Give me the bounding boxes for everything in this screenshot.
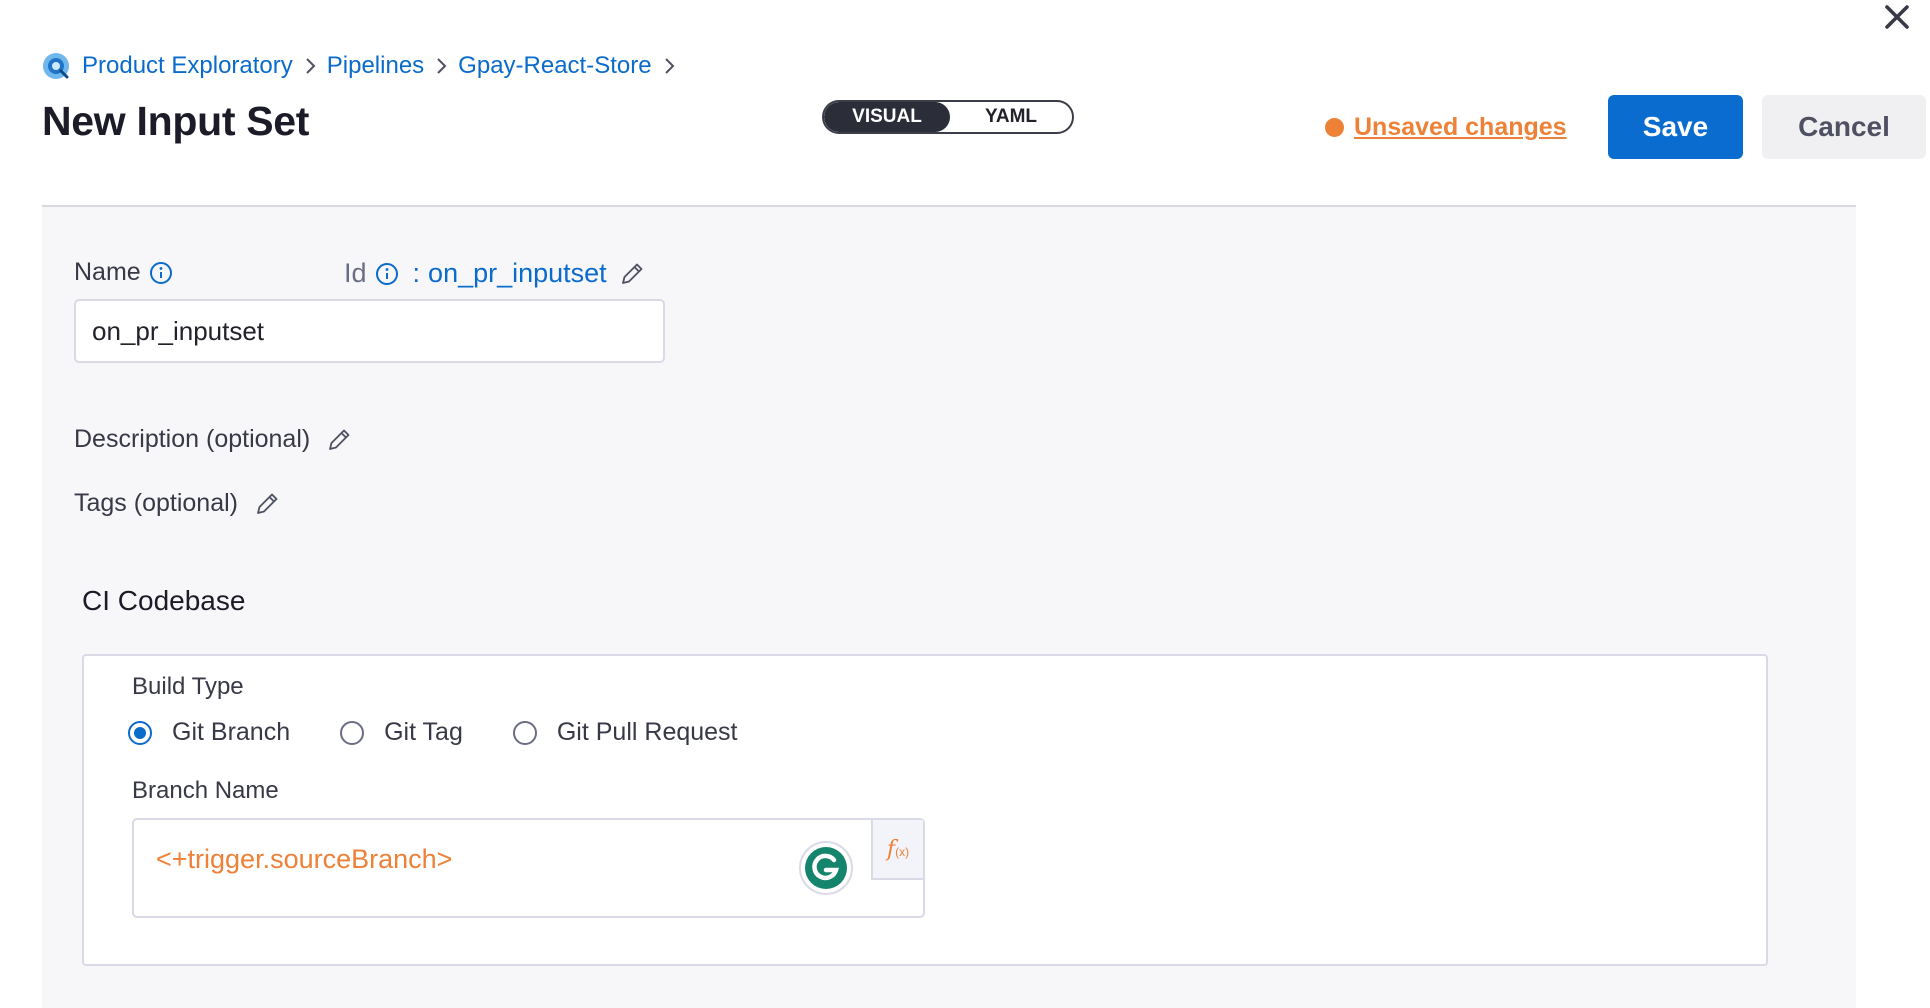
toggle-yaml[interactable]: YAML [950, 102, 1072, 132]
toggle-visual[interactable]: VISUAL [824, 102, 950, 132]
chevron-right-icon [305, 57, 317, 75]
description-label: Description (optional) [74, 425, 311, 453]
branch-name-label: Branch Name [132, 777, 279, 804]
close-button[interactable] [1880, 0, 1914, 34]
save-button[interactable]: Save [1608, 95, 1743, 159]
radio-label: Git Pull Request [556, 718, 738, 746]
breadcrumb-pipeline[interactable]: Gpay-React-Store [458, 52, 651, 80]
breadcrumb-pipelines[interactable]: Pipelines [327, 52, 424, 80]
id-value: on_pr_inputset [428, 258, 607, 288]
close-icon [1885, 5, 1909, 29]
breadcrumb-project[interactable]: Product Exploratory [82, 52, 293, 80]
tags-label: Tags (optional) [74, 489, 238, 517]
build-type-radio-group: Git Branch Git Tag Git Pull Request [128, 718, 788, 747]
id-group: Id : on_pr_inputset [344, 258, 645, 289]
id-label: Id [344, 258, 367, 288]
id-colon: : [412, 258, 421, 288]
radio-git-branch[interactable]: Git Branch [128, 718, 290, 747]
fx-icon: f(x) [886, 836, 910, 862]
edit-id-pencil-icon[interactable] [619, 261, 645, 287]
radio-git-tag[interactable]: Git Tag [340, 718, 463, 747]
radio-unchecked-icon[interactable] [340, 720, 365, 745]
input-set-page: Product Exploratory Pipelines Gpay-React… [0, 0, 1930, 1008]
project-logo-icon [43, 53, 69, 79]
name-label-group: Name [74, 258, 173, 287]
unsaved-changes-label: Unsaved changes [1354, 113, 1567, 141]
unsaved-changes-link[interactable]: Unsaved changes [1325, 113, 1567, 142]
chevron-right-icon [664, 57, 676, 75]
radio-checked-icon[interactable] [128, 720, 152, 745]
radio-unchecked-icon[interactable] [512, 720, 537, 745]
info-icon[interactable] [149, 261, 173, 285]
branch-name-input[interactable]: <+trigger.sourceBranch> f(x) [132, 818, 925, 918]
edit-description-pencil-icon[interactable] [326, 427, 352, 453]
view-toggle: VISUAL YAML [822, 100, 1074, 134]
name-label: Name [74, 258, 141, 286]
ci-codebase-title: CI Codebase [82, 585, 246, 616]
breadcrumb: Product Exploratory Pipelines Gpay-React… [42, 52, 686, 80]
cancel-button[interactable]: Cancel [1762, 95, 1926, 159]
build-type-label: Build Type [132, 673, 244, 700]
status-dot-icon [1325, 118, 1344, 137]
description-group: Description (optional) [74, 425, 352, 454]
ci-codebase-card [82, 654, 1768, 966]
grammarly-icon[interactable] [798, 840, 854, 896]
branch-name-value[interactable]: <+trigger.sourceBranch> [156, 844, 452, 875]
expression-fx-button[interactable]: f(x) [871, 820, 923, 880]
edit-tags-pencil-icon[interactable] [254, 491, 280, 517]
radio-label: Git Tag [384, 718, 463, 746]
page-title: New Input Set [42, 98, 310, 144]
tags-group: Tags (optional) [74, 489, 280, 518]
info-icon[interactable] [375, 262, 399, 286]
radio-label: Git Branch [172, 718, 291, 746]
chevron-right-icon [436, 57, 448, 75]
radio-git-pull-request[interactable]: Git Pull Request [512, 718, 738, 747]
name-input[interactable] [74, 299, 665, 363]
